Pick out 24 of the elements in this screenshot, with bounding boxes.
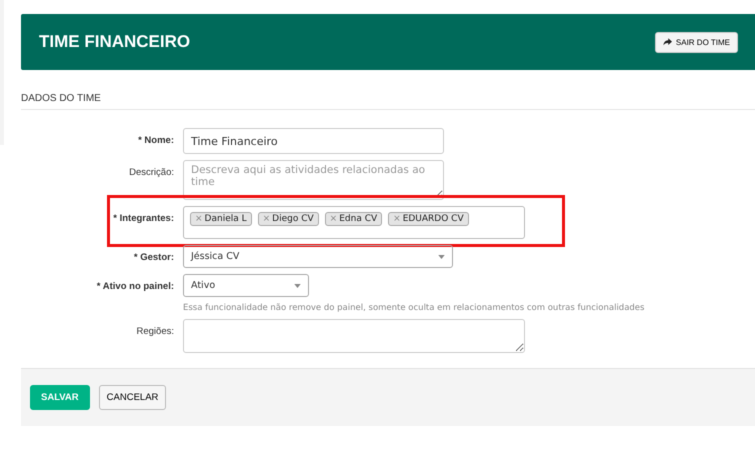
field-label: * Nome: [137, 134, 174, 148]
select-field[interactable]: Jéssica CV [183, 245, 453, 268]
field-label: * Integrantes: [112, 212, 174, 226]
member-tag[interactable]: × Diego CV [258, 212, 319, 226]
field-label: Descrição: [128, 166, 174, 180]
caret-icon [294, 284, 301, 288]
field-label: * Gestor: [132, 251, 174, 265]
cancel-button[interactable]: CANCELAR [98, 385, 166, 410]
share-arrow-icon [662, 38, 672, 46]
member-tag[interactable]: × Edna CV [324, 212, 382, 226]
member-tag[interactable]: × Daniela L [190, 212, 252, 226]
members-field[interactable]: × Daniela L × Diego CV × Edna CV × EDUARDO CV [183, 206, 525, 239]
select-field[interactable]: Ativo [183, 274, 309, 297]
description-input[interactable]: Descreva aqui as atividades relacionadas ao time [183, 160, 444, 200]
caret-icon [438, 254, 445, 258]
field-label: Regiões: [136, 325, 174, 339]
name-input[interactable]: Time Financeiro [183, 128, 444, 154]
regions-input[interactable] [183, 319, 525, 353]
field-label: * Ativo no painel: [96, 280, 174, 294]
help-text: Essa funcionalidade não remove do painel, somente oculta em relacionamentos com outras funcionalidades [183, 303, 644, 313]
section-title: DADOS DO TIME [21, 70, 755, 110]
member-tag[interactable]: × EDUARDO CV [388, 212, 469, 226]
page-title: TIME FINANCEIRO [39, 32, 190, 52]
leave-team-button[interactable]: SAIR DO TIME [654, 32, 738, 52]
